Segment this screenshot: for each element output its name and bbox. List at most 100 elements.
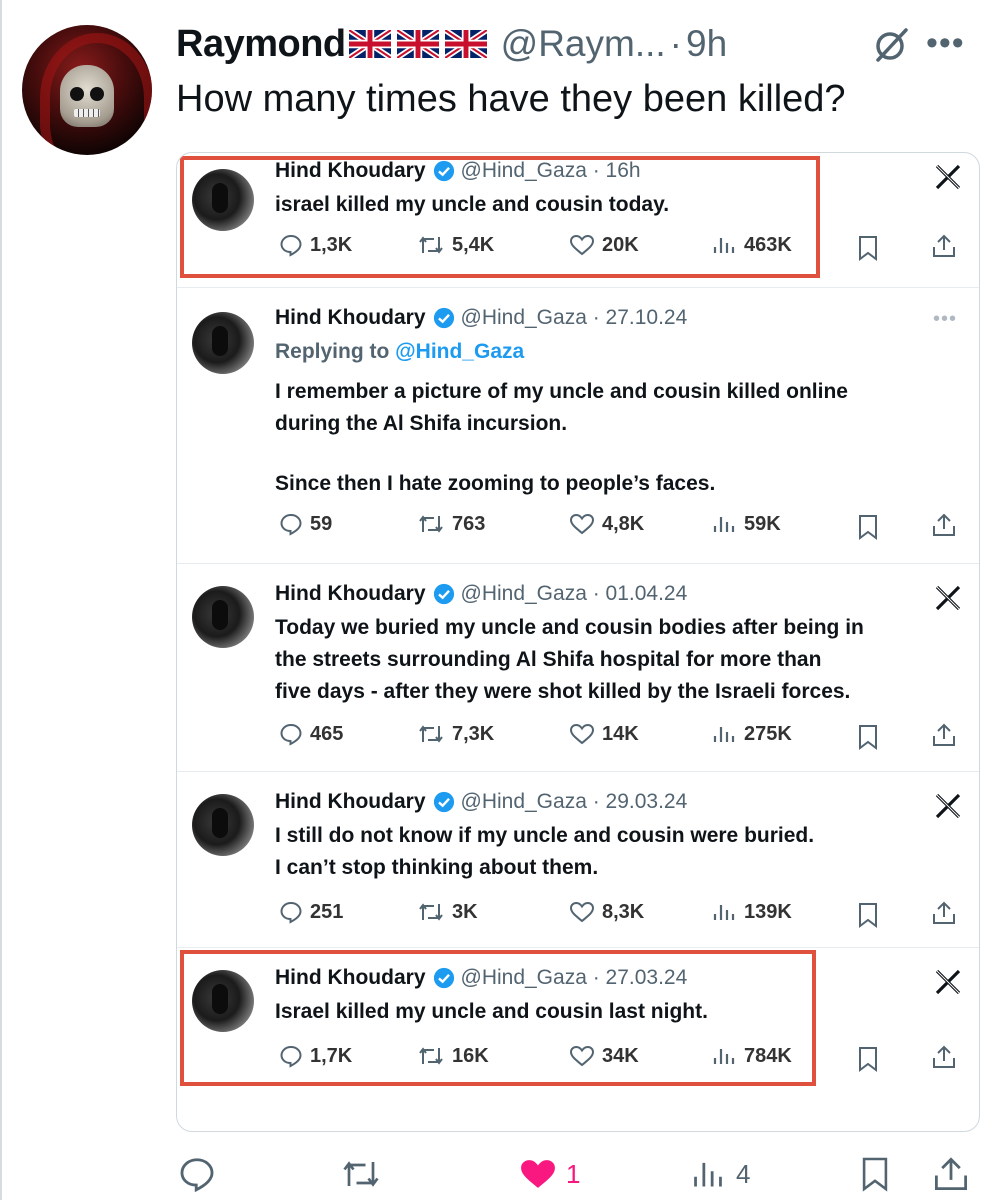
tweet-text: I still do not know if my uncle and cous… — [275, 820, 814, 884]
repost-button[interactable] — [340, 1155, 382, 1193]
heart-icon — [569, 901, 595, 923]
tweet-avatar — [192, 794, 254, 856]
avatar-eye — [90, 87, 104, 101]
tweet-author-name: Hind Khoudary — [275, 790, 426, 813]
tweet-line: Since then I hate zooming to people’s fa… — [275, 472, 716, 495]
reply-count: 251 — [310, 900, 344, 923]
bookmark-button[interactable] — [860, 1155, 890, 1193]
flag-emojis — [348, 30, 487, 58]
embedded-tweet: Hind Khoudary @Hind_Gaza · 29.03.24 I st… — [177, 771, 979, 948]
bookmark-icon — [862, 1157, 888, 1192]
reply-button[interactable] — [178, 1155, 216, 1193]
repost-count: 7,3K — [452, 722, 495, 745]
views-icon — [713, 517, 735, 532]
like-count: 1 — [566, 1158, 581, 1189]
repost-count: 3K — [452, 900, 478, 923]
highlight-box — [180, 950, 816, 1086]
repost-stat: 3K — [417, 900, 478, 924]
more-dots-icon: ••• — [933, 308, 958, 330]
replying-to-handle: @Hind_Gaza — [395, 340, 525, 363]
tweet-line: five days - after they were shot killed … — [275, 680, 851, 703]
thread-line — [0, 0, 2, 1200]
display-name[interactable]: Raymond — [176, 23, 346, 66]
like-count: 4,8K — [602, 512, 645, 535]
views-button[interactable]: 4 — [690, 1155, 750, 1193]
share-icon — [933, 1045, 955, 1068]
like-count: 14K — [602, 722, 639, 745]
x-logo-icon — [935, 164, 961, 190]
tweet-line: Today we buried my uncle and cousin bodi… — [275, 616, 864, 639]
tweet-line: I remember a picture of my uncle and cou… — [275, 380, 848, 403]
views-stat: 59K — [711, 512, 781, 536]
share-button[interactable] — [932, 1155, 970, 1193]
views-count: 59K — [744, 512, 781, 535]
reply-stat: 465 — [279, 722, 343, 746]
highlight-box — [180, 156, 820, 278]
bookmark-icon — [859, 725, 877, 750]
reply-stat: 59 — [279, 512, 332, 536]
uk-flag-icon — [444, 30, 487, 58]
separator-dot: · — [669, 23, 682, 64]
verified-badge-icon — [433, 583, 454, 605]
grok-icon[interactable] — [874, 24, 910, 64]
more-icon[interactable]: ••• — [926, 26, 965, 60]
repost-count: 763 — [452, 512, 486, 535]
replying-to-prefix: Replying to — [275, 340, 396, 363]
repost-icon — [343, 1161, 379, 1187]
uk-flag-icon — [396, 30, 439, 58]
views-count: 139K — [744, 900, 792, 923]
x-logo-icon — [935, 585, 961, 611]
repost-stat: 763 — [417, 512, 485, 536]
bookmark-icon — [859, 236, 877, 261]
tweet-handle-date: @Hind_Gaza · 01.04.24 — [460, 582, 688, 605]
share-icon — [933, 513, 955, 536]
post-text: How many times have they been killed? — [176, 78, 846, 120]
tweet-line: I can’t stop thinking about them. — [275, 856, 599, 879]
like-stat: 14K — [569, 722, 639, 746]
tweet-text: I remember a picture of my uncle and cou… — [275, 376, 848, 500]
tweet-text: Today we buried my uncle and cousin bodi… — [275, 612, 864, 708]
like-stat: 4,8K — [569, 512, 644, 536]
embedded-image-card[interactable]: Hind Khoudary @Hind_Gaza · 16h israel ki… — [176, 152, 980, 1132]
author-avatar[interactable] — [22, 25, 152, 155]
repost-icon — [419, 515, 443, 533]
bookmark-icon — [859, 1047, 877, 1072]
replying-to: Replying to @Hind_Gaza — [275, 340, 524, 364]
heart-icon — [521, 1160, 555, 1188]
reply-stat: 251 — [279, 900, 343, 924]
tweet-name-row: Hind Khoudary @Hind_Gaza · 29.03.24 — [275, 790, 687, 814]
tweet-author-name: Hind Khoudary — [275, 582, 426, 605]
avatar-eye — [70, 87, 84, 101]
avatar-teeth — [74, 109, 100, 117]
bookmark-icon — [859, 903, 877, 928]
author-handle[interactable]: @Raym... — [501, 23, 666, 65]
views-stat: 275K — [711, 722, 792, 746]
views-icon — [713, 727, 735, 742]
x-logo-icon — [935, 793, 961, 819]
reply-count: 465 — [310, 722, 344, 745]
post-header: Raymond @Raym... · 9h — [176, 18, 727, 70]
tweet-name-row: Hind Khoudary @Hind_Gaza · 01.04.24 — [275, 582, 687, 606]
repost-icon — [419, 903, 443, 921]
share-icon — [933, 901, 955, 924]
tweet-line: I still do not know if my uncle and cous… — [275, 824, 815, 847]
verified-badge-icon — [433, 307, 454, 329]
share-icon — [934, 1157, 968, 1191]
views-icon — [694, 1162, 722, 1187]
views-stat: 139K — [711, 900, 792, 924]
uk-flag-icon — [348, 30, 391, 58]
tweet-author-name: Hind Khoudary — [275, 306, 426, 329]
like-stat: 8,3K — [569, 900, 644, 924]
reply-icon — [180, 1158, 214, 1193]
reply-count: 59 — [310, 512, 333, 535]
repost-stat: 7,3K — [417, 722, 494, 746]
tweet-handle-date: @Hind_Gaza · 27.10.24 — [460, 306, 688, 329]
post-time[interactable]: 9h — [686, 23, 727, 65]
bookmark-icon — [859, 515, 877, 540]
tweet-handle-date: @Hind_Gaza · 29.03.24 — [460, 790, 688, 813]
reply-icon — [280, 901, 302, 924]
verified-badge-icon — [433, 791, 454, 813]
like-button[interactable]: 1 — [518, 1155, 580, 1193]
views-icon — [713, 905, 735, 920]
